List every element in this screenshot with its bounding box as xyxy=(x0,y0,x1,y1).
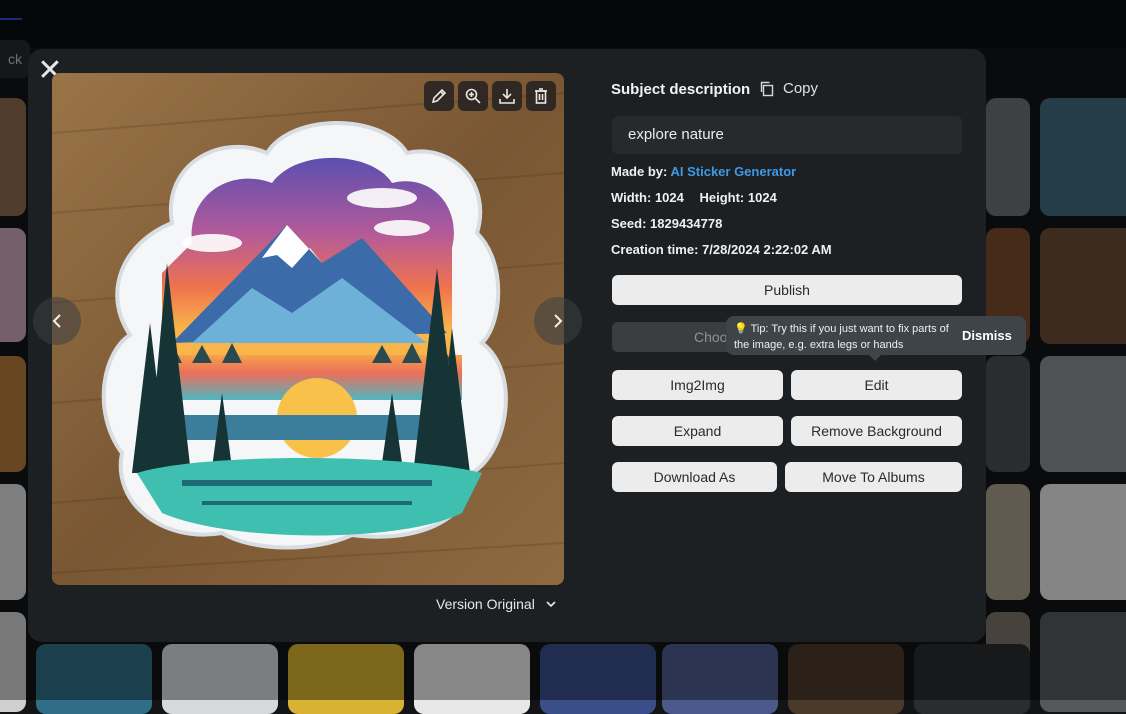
next-image-button[interactable] xyxy=(534,297,582,345)
made-by-link[interactable]: AI Sticker Generator xyxy=(670,164,796,179)
lightbulb-icon: 💡 xyxy=(734,323,748,335)
seed-label: Seed: xyxy=(611,216,647,231)
copy-button[interactable]: Copy xyxy=(759,80,818,97)
creation-value: 7/28/2024 2:22:02 AM xyxy=(702,242,832,257)
edit-button[interactable]: Edit xyxy=(791,370,962,400)
move-to-albums-button[interactable]: Move To Albums xyxy=(785,462,962,492)
copy-label: Copy xyxy=(783,80,819,97)
height-label: Height: xyxy=(699,190,745,205)
seed-value: 1829434778 xyxy=(650,216,723,231)
expand-button[interactable]: Expand xyxy=(612,416,783,446)
edit-tip-tooltip: 💡 Tip: Try this if you just want to fix … xyxy=(726,316,1026,361)
tip-text: 💡 Tip: Try this if you just want to fix … xyxy=(734,321,959,353)
creation-time-row: Creation time: 7/28/2024 2:22:02 AM xyxy=(611,242,832,257)
edit-pencil-icon[interactable] xyxy=(424,81,454,111)
copy-icon xyxy=(760,81,774,96)
chevron-right-icon xyxy=(554,314,563,328)
creation-label: Creation time: xyxy=(611,242,699,257)
download-icon[interactable] xyxy=(492,81,522,111)
tooltip-arrow xyxy=(869,355,881,361)
trash-icon[interactable] xyxy=(526,81,556,111)
sticker-image xyxy=(52,73,564,585)
tip-message: Tip: Try this if you just want to fix pa… xyxy=(734,323,949,351)
remove-background-button[interactable]: Remove Background xyxy=(791,416,962,446)
made-by-label: Made by: xyxy=(611,164,668,179)
subject-heading: Subject description xyxy=(611,81,751,98)
height-value: 1024 xyxy=(747,190,777,205)
download-as-button[interactable]: Download As xyxy=(612,462,777,492)
dimensions-row: Width: 1024 Height: 1024 xyxy=(611,190,777,205)
zoom-in-icon[interactable] xyxy=(458,81,488,111)
chevron-down-icon xyxy=(546,601,556,608)
previous-image-button[interactable] xyxy=(33,297,81,345)
width-label: Width: xyxy=(611,190,652,205)
version-selector[interactable]: Version Original xyxy=(436,596,557,612)
chevron-left-icon xyxy=(52,314,61,328)
made-by-row: Made by: AI Sticker Generator xyxy=(611,164,796,179)
seed-row: Seed: 1829434778 xyxy=(611,216,722,231)
version-label: Version Original xyxy=(436,596,535,612)
subject-description-field[interactable]: explore nature xyxy=(612,116,962,154)
publish-button[interactable]: Publish xyxy=(612,275,962,305)
img2img-button[interactable]: Img2Img xyxy=(612,370,783,400)
width-value: 1024 xyxy=(654,190,684,205)
dismiss-tip-button[interactable]: Dismiss xyxy=(962,328,1012,343)
sticker-illustration xyxy=(52,73,564,585)
